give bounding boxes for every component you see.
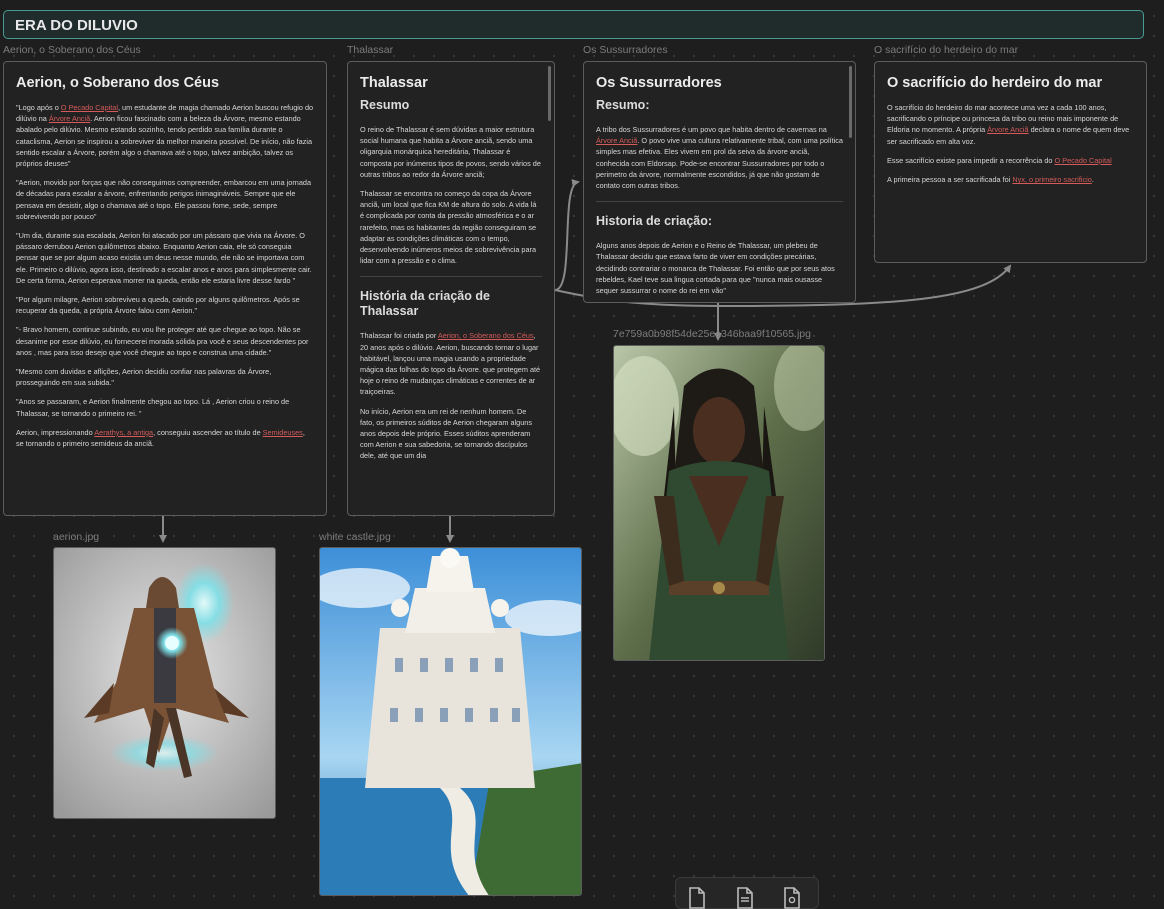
card-title: O sacrifício do herdeiro do mar <box>887 75 1103 91</box>
link-arvore-ancia[interactable]: Árvore Anciã <box>987 125 1028 134</box>
media-icon[interactable] <box>783 887 801 909</box>
card-thalassar[interactable]: Thalassar Resumo O reino de Thalassar é … <box>347 61 555 516</box>
paragraph: Aerion, impressionando Aerathys, a antig… <box>16 427 305 449</box>
link-arvore-ancia[interactable]: Árvore Anciã <box>596 136 637 145</box>
paragraph: Thalassar foi criada por Aerion, o Sober… <box>360 331 541 397</box>
link-aerathys[interactable]: Aerathys, a antiga <box>94 428 153 437</box>
canvas-toolbar <box>675 877 819 909</box>
note-icon[interactable] <box>736 887 754 909</box>
link-aerion[interactable]: Aerion, o Soberano dos Céus <box>438 331 534 340</box>
paragraph: Alguns anos depois de Aerion e o Reino d… <box>596 241 835 296</box>
card-title: Thalassar <box>360 75 428 91</box>
file-icon[interactable] <box>688 887 706 909</box>
paragraph: "Um dia, durante sua escalada, Aerion fo… <box>16 231 312 285</box>
card-aerion[interactable]: Aerion, o Soberano dos Céus "Logo após o… <box>3 61 327 516</box>
paragraph: Thalassar se encontra no começo da copa … <box>360 189 537 266</box>
card-title: Aerion, o Soberano dos Céus <box>16 75 220 91</box>
heading-resumo: Resumo <box>360 98 410 112</box>
scrollbar[interactable] <box>849 66 852 138</box>
paragraph: "Aerion, movido por forças que não conse… <box>16 178 312 221</box>
paragraph: A tribo dos Sussurradores é um povo que … <box>596 125 843 191</box>
mage-figure-illustration <box>54 548 275 818</box>
link-pecado-capital[interactable]: O Pecado Capital <box>61 103 118 112</box>
link-pecado-capital[interactable]: O Pecado Capital <box>1055 156 1112 165</box>
paragraph: O reino de Thalassar é sem dúvidas a mai… <box>360 125 541 179</box>
card-label-thalassar: Thalassar <box>347 44 394 56</box>
image-white-castle[interactable] <box>319 547 582 896</box>
card-sacrificio[interactable]: O sacrifício do herdeiro do mar O sacrif… <box>874 61 1147 263</box>
link-semideuses[interactable]: Semideuses <box>263 428 303 437</box>
paragraph: "Por algum milagre, Aerion sobreviveu a … <box>16 295 300 316</box>
divider <box>596 201 843 203</box>
card-sussurradores[interactable]: Os Sussurradores Resumo: A tribo dos Sus… <box>583 61 856 303</box>
heading-historia: Historia de criação: <box>596 214 713 229</box>
heading-resumo: Resumo: <box>596 98 650 112</box>
paragraph: A primeira pessoa a ser sacrificada foi … <box>887 175 1094 185</box>
link-arvore-ancia[interactable]: Árvore Anciã <box>49 114 90 123</box>
paragraph: "Mesmo com duvidas e aflições, Aerion de… <box>16 367 272 388</box>
paragraph: Esse sacrifício existe para impedir a re… <box>887 155 1112 165</box>
divider <box>360 276 542 278</box>
card-label-sussurradores: Os Sussurradores <box>583 44 668 56</box>
image-label-castle: white castle.jpg <box>319 531 391 543</box>
paragraph: O sacrifício do herdeiro do mar acontece… <box>887 103 1130 146</box>
card-title: Os Sussurradores <box>596 75 722 91</box>
paragraph: "Logo após o O Pecado Capital, um estuda… <box>16 103 314 169</box>
heading-historia: História da criação de Thalassar <box>360 289 490 319</box>
paragraph: "Anos se passaram, e Aerion finalmente c… <box>16 397 290 418</box>
image-label-woman: 7e759a0b98f54de25ea346baa9f10565.jpg <box>613 328 811 340</box>
castle-illustration <box>320 548 581 895</box>
image-warrior-woman[interactable] <box>613 345 825 661</box>
scrollbar[interactable] <box>548 66 551 121</box>
link-nyx[interactable]: Nyx, o primeiro sacrificio <box>1012 175 1091 184</box>
edge-thalassar-to-sussurradores <box>554 179 580 291</box>
group-era-do-diluvio[interactable]: ERA DO DILUVIO <box>3 10 1144 39</box>
paragraph: "- Bravo homem, continue subindo, eu vou… <box>16 325 309 357</box>
paragraph: No início, Aerion era um rei de nenhum h… <box>360 406 532 461</box>
card-label-aerion: Aerion, o Soberano dos Céus <box>3 44 141 56</box>
image-aerion[interactable] <box>53 547 276 819</box>
image-label-aerion: aerion.jpg <box>53 531 100 543</box>
warrior-woman-illustration <box>614 346 824 660</box>
card-label-sacrificio: O sacrifício do herdeiro do mar <box>874 44 1019 56</box>
group-title[interactable]: ERA DO DILUVIO <box>15 17 138 34</box>
